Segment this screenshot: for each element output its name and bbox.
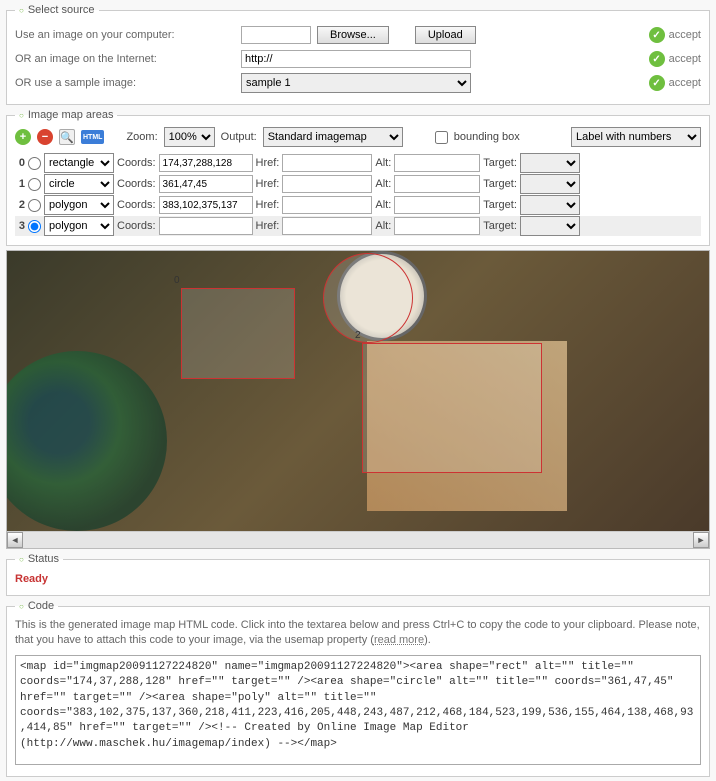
add-area-icon[interactable]: + <box>15 129 31 145</box>
shape-select[interactable]: polygon <box>44 195 114 215</box>
area-index: 3 <box>15 220 25 232</box>
computer-label: Use an image on your computer: <box>15 29 235 41</box>
alt-input[interactable] <box>394 196 480 214</box>
target-select[interactable] <box>520 195 580 215</box>
bounding-box-checkbox[interactable] <box>435 131 448 144</box>
code-legend: Code <box>15 600 58 612</box>
alt-label: Alt: <box>375 199 391 211</box>
sample-label: OR use a sample image: <box>15 77 235 89</box>
accept-internet[interactable]: ✓accept <box>649 51 701 67</box>
status-legend: Status <box>15 553 63 565</box>
area-row: 1 circleCoords: Href: Alt: Target: <box>15 174 701 194</box>
area-radio[interactable] <box>28 178 41 191</box>
alt-input[interactable] <box>394 217 480 235</box>
url-input[interactable] <box>241 50 471 68</box>
magnifier-icon[interactable]: 🔍 <box>59 129 75 145</box>
bbox-label: bounding box <box>454 131 520 143</box>
area-overlay-rect[interactable]: 0 <box>181 288 295 379</box>
status-panel: Status Ready <box>6 553 710 596</box>
target-select[interactable] <box>520 153 580 173</box>
label-with-select[interactable]: Label with numbers <box>571 127 701 147</box>
href-input[interactable] <box>282 196 372 214</box>
code-description: This is the generated image map HTML cod… <box>15 618 701 649</box>
href-input[interactable] <box>282 154 372 172</box>
areas-legend: Image map areas <box>15 109 117 121</box>
area-index: 2 <box>15 199 25 211</box>
read-more-link[interactable]: read more <box>374 634 424 646</box>
area-index: 0 <box>15 157 25 169</box>
area-overlay-circle[interactable]: 1 <box>323 253 413 343</box>
internet-label: OR an image on the Internet: <box>15 53 235 65</box>
alt-label: Alt: <box>375 220 391 232</box>
image-canvas[interactable]: 012 <box>7 251 709 531</box>
horizontal-scrollbar: ◄ ► <box>7 531 709 548</box>
select-source-panel: Select source Use an image on your compu… <box>6 4 710 105</box>
coords-input[interactable] <box>159 217 253 235</box>
coords-label: Coords: <box>117 220 156 232</box>
area-radio[interactable] <box>28 220 41 233</box>
area-row: 0 rectangleCoords: Href: Alt: Target: <box>15 153 701 173</box>
select-source-legend: Select source <box>15 4 99 16</box>
target-label: Target: <box>483 178 517 190</box>
overlay-label: 2 <box>355 330 361 341</box>
check-icon: ✓ <box>649 27 665 43</box>
area-radio[interactable] <box>28 157 41 170</box>
alt-label: Alt: <box>375 178 391 190</box>
sample-image-decoration <box>6 351 167 531</box>
file-input[interactable] <box>241 26 311 44</box>
coords-label: Coords: <box>117 199 156 211</box>
area-row: 3 polygonCoords: Href: Alt: Target: <box>15 216 701 236</box>
href-label: Href: <box>256 199 280 211</box>
check-icon: ✓ <box>649 51 665 67</box>
target-label: Target: <box>483 199 517 211</box>
coords-input[interactable] <box>159 175 253 193</box>
check-icon: ✓ <box>649 75 665 91</box>
href-label: Href: <box>256 157 280 169</box>
accept-computer[interactable]: ✓accept <box>649 27 701 43</box>
delete-area-icon[interactable]: − <box>37 129 53 145</box>
upload-button[interactable]: Upload <box>415 26 476 44</box>
area-radio[interactable] <box>28 199 41 212</box>
sample-select[interactable]: sample 1 <box>241 73 471 93</box>
image-canvas-container: 012 ◄ ► <box>6 250 710 549</box>
target-select[interactable] <box>520 216 580 236</box>
coords-input[interactable] <box>159 196 253 214</box>
output-label: Output: <box>221 131 257 143</box>
alt-input[interactable] <box>394 154 480 172</box>
html-icon[interactable]: HTML <box>81 130 104 144</box>
scroll-right-button[interactable]: ► <box>693 532 709 548</box>
shape-select[interactable]: polygon <box>44 216 114 236</box>
target-label: Target: <box>483 157 517 169</box>
target-label: Target: <box>483 220 517 232</box>
coords-label: Coords: <box>117 178 156 190</box>
status-text: Ready <box>15 571 701 587</box>
zoom-select[interactable]: 100% <box>164 127 215 147</box>
alt-input[interactable] <box>394 175 480 193</box>
output-select[interactable]: Standard imagemap <box>263 127 403 147</box>
href-label: Href: <box>256 220 280 232</box>
shape-select[interactable]: circle <box>44 174 114 194</box>
alt-label: Alt: <box>375 157 391 169</box>
href-input[interactable] <box>282 217 372 235</box>
code-panel: Code This is the generated image map HTM… <box>6 600 710 777</box>
target-select[interactable] <box>520 174 580 194</box>
overlay-label: 1 <box>316 250 322 251</box>
shape-select[interactable]: rectangle <box>44 153 114 173</box>
browse-button[interactable]: Browse... <box>317 26 389 44</box>
scroll-left-button[interactable]: ◄ <box>7 532 23 548</box>
code-textarea[interactable] <box>15 655 701 765</box>
zoom-label: Zoom: <box>126 131 157 143</box>
coords-input[interactable] <box>159 154 253 172</box>
coords-label: Coords: <box>117 157 156 169</box>
area-overlay-poly[interactable]: 2 <box>362 343 542 473</box>
area-row: 2 polygonCoords: Href: Alt: Target: <box>15 195 701 215</box>
accept-sample[interactable]: ✓accept <box>649 75 701 91</box>
area-index: 1 <box>15 178 25 190</box>
overlay-label: 0 <box>174 275 180 286</box>
href-input[interactable] <box>282 175 372 193</box>
href-label: Href: <box>256 178 280 190</box>
image-map-areas-panel: Image map areas + − 🔍 HTML Zoom: 100% Ou… <box>6 109 710 246</box>
